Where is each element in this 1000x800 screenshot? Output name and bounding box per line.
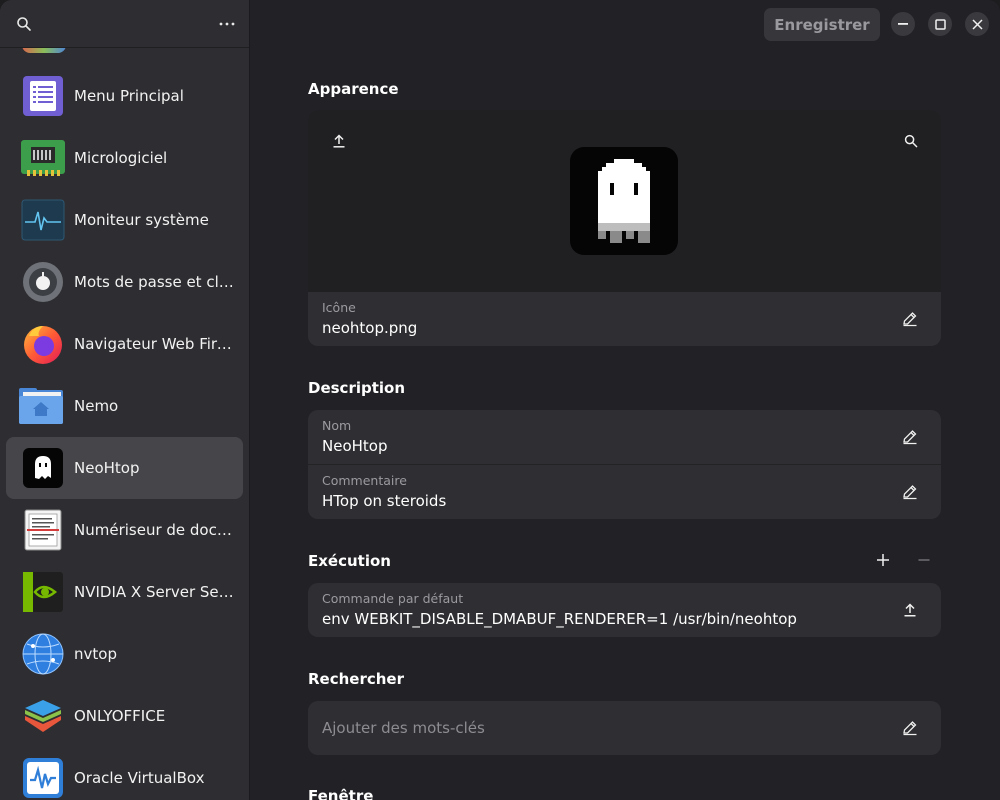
section-title-window: Fenêtre — [308, 787, 374, 800]
neohtop-ghost-icon — [570, 147, 678, 255]
list-item-neohtop[interactable]: NeoHtop — [6, 437, 243, 499]
remove-icon[interactable] — [909, 545, 939, 575]
section-title-appearance: Apparence — [308, 80, 399, 98]
icon-value: neohtop.png — [322, 319, 418, 337]
nvidia-icon — [21, 570, 65, 614]
comment-row[interactable]: Commentaire HTop on steroids — [308, 464, 941, 519]
app-label: Moniteur système — [74, 211, 209, 229]
list-item-micrologiciel[interactable]: Micrologiciel — [6, 127, 243, 189]
name-sub-label: Nom — [322, 418, 352, 433]
app-label: Menu Principal — [74, 87, 184, 105]
app-list: Menu Principal Micrologiciel Moniteur sy… — [0, 3, 249, 800]
app-label: NVIDIA X Server Sett… — [74, 583, 234, 601]
name-value: NeoHtop — [322, 437, 388, 455]
icon-row[interactable]: Icône neohtop.png — [308, 292, 941, 346]
app-window: Menu Principal Micrologiciel Moniteur sy… — [0, 0, 1000, 800]
main-content: Apparence Icône neohtop.png Description … — [250, 0, 1000, 800]
edit-icon[interactable] — [895, 304, 925, 334]
section-title-execution: Exécution — [308, 552, 391, 570]
list-item-moniteur-systeme[interactable]: Moniteur système — [6, 189, 243, 251]
keywords-card: Ajouter des mots-clés — [308, 701, 941, 755]
search-icon[interactable] — [10, 10, 38, 38]
execution-card: Commande par défaut env WEBKIT_DISABLE_D… — [308, 583, 941, 637]
list-item-nemo[interactable]: Nemo — [6, 375, 243, 437]
upload-icon[interactable] — [895, 595, 925, 625]
sidebar-header — [0, 0, 249, 48]
neohtop-ghost-icon — [21, 446, 65, 490]
nvtop-globe-icon — [21, 632, 65, 676]
firmware-chip-icon — [21, 136, 65, 180]
list-item-onlyoffice[interactable]: ONLYOFFICE — [6, 685, 243, 747]
firefox-icon — [21, 322, 65, 366]
list-item-mots-de-passe[interactable]: Mots de passe et clés — [6, 251, 243, 313]
command-row[interactable]: Commande par défaut env WEBKIT_DISABLE_D… — [308, 583, 941, 637]
app-label: NeoHtop — [74, 459, 140, 477]
command-value: env WEBKIT_DISABLE_DMABUF_RENDERER=1 /us… — [322, 610, 797, 628]
upload-icon[interactable] — [324, 126, 354, 156]
app-label: Navigateur Web Fire… — [74, 335, 234, 353]
keywords-placeholder: Ajouter des mots-clés — [322, 719, 485, 737]
app-label: Micrologiciel — [74, 149, 168, 167]
icon-sub-label: Icône — [322, 300, 356, 315]
comment-sub-label: Commentaire — [322, 473, 407, 488]
command-sub-label: Commande par défaut — [322, 591, 464, 606]
section-title-description: Description — [308, 379, 406, 397]
icon-preview — [308, 110, 941, 292]
list-item-numeriseur[interactable]: Numériseur de docu… — [6, 499, 243, 561]
edit-icon[interactable] — [895, 422, 925, 452]
list-item-nvidia[interactable]: NVIDIA X Server Sett… — [6, 561, 243, 623]
name-row[interactable]: Nom NeoHtop — [308, 410, 941, 464]
keywords-row[interactable]: Ajouter des mots-clés — [308, 701, 941, 755]
app-label: ONLYOFFICE — [74, 707, 166, 725]
comment-value: HTop on steroids — [322, 492, 447, 510]
sidebar: Menu Principal Micrologiciel Moniteur sy… — [0, 0, 250, 800]
more-options-icon[interactable] — [212, 10, 242, 38]
add-icon[interactable] — [868, 545, 898, 575]
appearance-card: Icône neohtop.png — [308, 110, 941, 346]
app-label: Nemo — [74, 397, 119, 415]
app-label: nvtop — [74, 645, 117, 663]
list-item-virtualbox[interactable]: Oracle VirtualBox — [6, 747, 243, 800]
virtualbox-icon — [21, 756, 65, 800]
onlyoffice-icon — [21, 694, 65, 738]
menu-principal-icon — [21, 74, 65, 118]
description-card: Nom NeoHtop Commentaire HTop on steroids — [308, 410, 941, 519]
app-label: Mots de passe et clés — [74, 273, 234, 291]
edit-icon[interactable] — [895, 713, 925, 743]
edit-icon[interactable] — [895, 477, 925, 507]
passwords-keys-icon — [21, 260, 65, 304]
search-icon[interactable] — [896, 126, 926, 156]
app-label: Oracle VirtualBox — [74, 769, 205, 787]
list-item-menu-principal[interactable]: Menu Principal — [6, 65, 243, 127]
list-item-nvtop[interactable]: nvtop — [6, 623, 243, 685]
list-item-firefox[interactable]: Navigateur Web Fire… — [6, 313, 243, 375]
system-monitor-icon — [21, 198, 65, 242]
app-label: Numériseur de docu… — [74, 521, 234, 539]
nemo-folder-icon — [19, 384, 65, 428]
section-title-search: Rechercher — [308, 670, 405, 688]
document-scanner-icon — [21, 508, 65, 552]
